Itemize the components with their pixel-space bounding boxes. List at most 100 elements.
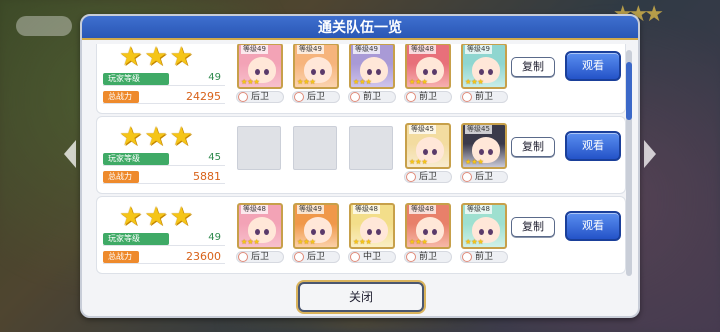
- character-position-label: 前卫: [418, 92, 437, 102]
- background-title-badge: [16, 16, 72, 36]
- character-eye: [376, 69, 381, 75]
- player-level-label: 玩家等级: [103, 233, 169, 245]
- clear-stars: ★ ★ ★: [119, 203, 193, 231]
- character-rank-stars: ★★★: [353, 238, 372, 246]
- star-icon: ★: [119, 122, 143, 152]
- character-slot[interactable]: 等级45 ★★★ 后卫: [460, 123, 508, 183]
- watch-button[interactable]: 观看: [565, 131, 621, 161]
- character-slot[interactable]: 等级49 ★★★ 后卫: [292, 203, 340, 263]
- character-position: 后卫: [460, 171, 508, 183]
- character-eye: [423, 149, 428, 155]
- position-dot-icon: [238, 92, 248, 102]
- character-eye: [432, 149, 437, 155]
- character-position-label: 后卫: [306, 92, 325, 102]
- empty-slot: [349, 126, 393, 170]
- character-eye: [376, 229, 381, 235]
- position-dot-icon: [406, 172, 416, 182]
- character-eye: [367, 229, 372, 235]
- character-slot[interactable]: 等级49 ★★★ 后卫: [292, 44, 340, 103]
- character-eye: [311, 69, 316, 75]
- scrollbar[interactable]: [626, 50, 632, 276]
- clear-stars: ★ ★ ★: [119, 44, 193, 71]
- character-slot[interactable]: 等级49 ★★★ 后卫: [236, 44, 284, 103]
- total-power-label: 总战力: [103, 171, 139, 183]
- position-dot-icon: [462, 92, 472, 102]
- character-slot[interactable]: 等级49 ★★★ 前卫: [348, 44, 396, 103]
- scroll-thumb[interactable]: [626, 62, 632, 120]
- character-rank-stars: ★★★: [297, 78, 316, 86]
- character-level: 等级48: [409, 205, 436, 214]
- total-power-stat: 总战力 24295: [103, 90, 225, 104]
- character-level: 等级49: [297, 205, 324, 214]
- character-slot[interactable]: 等级48 ★★★ 前卫: [404, 44, 452, 103]
- total-power-stat: 总战力 5881: [103, 170, 225, 184]
- character-position: 前卫: [404, 91, 452, 103]
- team-list[interactable]: ★ ★ ★ 玩家等级 49 总战力 24295 等级49 ★★★ 后卫 等级49 ★★★ 后卫 等级49 ★…: [96, 44, 626, 284]
- character-portrait[interactable]: 等级49 ★★★: [461, 44, 507, 89]
- character-portrait[interactable]: 等级48 ★★★: [461, 203, 507, 249]
- character-rank-stars: ★★★: [409, 238, 428, 246]
- next-arrow-icon: [644, 140, 656, 168]
- character-eye: [432, 229, 437, 235]
- team-row: ★ ★ ★ 玩家等级 49 总战力 23600 等级48 ★★★ 后卫 等级49 ★★★ 后卫 等级48 ★…: [96, 196, 626, 274]
- clear-stars: ★ ★ ★: [119, 123, 193, 151]
- character-position-label: 前卫: [418, 252, 437, 262]
- character-rank-stars: ★★★: [353, 78, 372, 86]
- character-position: 中卫: [348, 251, 396, 263]
- character-rank-stars: ★★★: [241, 78, 260, 86]
- character-slot[interactable]: 等级48 ★★★ 中卫: [348, 203, 396, 263]
- character-slot[interactable]: 等级48 ★★★ 前卫: [404, 203, 452, 263]
- character-portrait[interactable]: 等级48 ★★★: [349, 203, 395, 249]
- character-position: 后卫: [292, 91, 340, 103]
- character-eye: [488, 69, 493, 75]
- character-position-label: 前卫: [474, 92, 493, 102]
- clear-teams-dialog: 通关队伍一览 ★ ★ ★ 玩家等级 49 总战力 24295 等级49 ★★★ 后卫 等级49 ★★★…: [80, 14, 640, 318]
- character-level: 等级45: [465, 125, 492, 134]
- character-slot[interactable]: 等级48 ★★★ 后卫: [236, 203, 284, 263]
- character-portrait[interactable]: 等级48 ★★★: [405, 203, 451, 249]
- character-rank-stars: ★★★: [297, 238, 316, 246]
- character-position: 前卫: [404, 251, 452, 263]
- copy-button[interactable]: 复制: [511, 57, 555, 77]
- character-eye: [255, 69, 260, 75]
- position-dot-icon: [406, 252, 416, 262]
- star-icon: ★: [144, 122, 168, 152]
- character-portrait[interactable]: 等级48 ★★★: [237, 203, 283, 249]
- close-button[interactable]: 关闭: [298, 282, 424, 312]
- player-level-label: 玩家等级: [103, 73, 169, 85]
- character-slot[interactable]: 等级49 ★★★ 前卫: [460, 44, 508, 103]
- character-rank-stars: ★★★: [409, 158, 428, 166]
- watch-button[interactable]: 观看: [565, 51, 621, 81]
- copy-button[interactable]: 复制: [511, 217, 555, 237]
- character-portrait[interactable]: 等级49 ★★★: [349, 44, 395, 89]
- total-power-stat: 总战力 23600: [103, 250, 225, 264]
- copy-button[interactable]: 复制: [511, 137, 555, 157]
- prev-arrow-icon: [64, 140, 76, 168]
- character-slot[interactable]: 等级48 ★★★ 前卫: [460, 203, 508, 263]
- position-dot-icon: [294, 252, 304, 262]
- character-portrait[interactable]: 等级45 ★★★: [461, 123, 507, 169]
- player-level-stat: 玩家等级 49: [103, 232, 225, 246]
- character-position-label: 后卫: [306, 252, 325, 262]
- character-eye: [320, 229, 325, 235]
- star-icon: ★: [169, 202, 193, 232]
- character-portrait[interactable]: 等级48 ★★★: [405, 44, 451, 89]
- watch-button[interactable]: 观看: [565, 211, 621, 241]
- character-position-label: 后卫: [474, 172, 493, 182]
- character-position: 前卫: [460, 251, 508, 263]
- character-portrait[interactable]: 等级45 ★★★: [405, 123, 451, 169]
- character-eye: [423, 69, 428, 75]
- position-dot-icon: [238, 252, 248, 262]
- character-level: 等级48: [241, 205, 268, 214]
- character-position: 后卫: [236, 91, 284, 103]
- character-level: 等级49: [297, 45, 324, 54]
- character-portrait[interactable]: 等级49 ★★★: [293, 44, 339, 89]
- star-icon: ★: [169, 122, 193, 152]
- star-icon: ★: [169, 44, 193, 72]
- character-slot[interactable]: 等级45 ★★★ 后卫: [404, 123, 452, 183]
- character-position-label: 后卫: [250, 252, 269, 262]
- character-rank-stars: ★★★: [409, 78, 428, 86]
- character-portrait[interactable]: 等级49 ★★★: [293, 203, 339, 249]
- character-portrait[interactable]: 等级49 ★★★: [237, 44, 283, 89]
- character-position-label: 前卫: [362, 92, 381, 102]
